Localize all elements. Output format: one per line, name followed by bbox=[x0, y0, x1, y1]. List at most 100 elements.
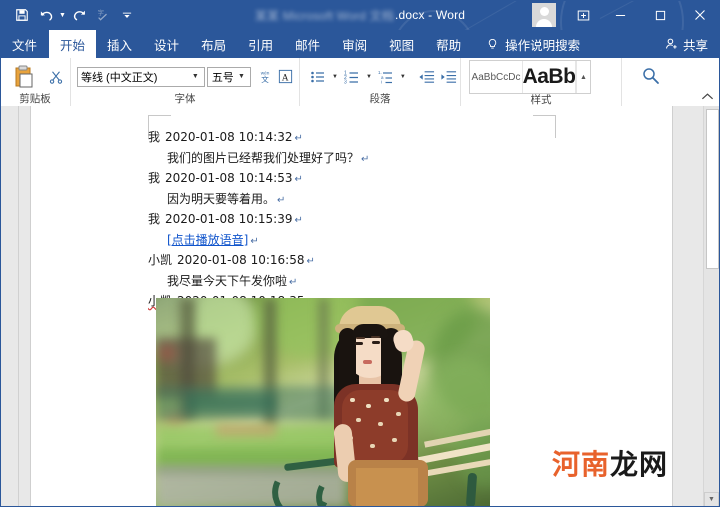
undo-dropdown-caret[interactable]: ▼ bbox=[58, 4, 67, 26]
tab-review[interactable]: 审阅 bbox=[331, 30, 378, 58]
document-page[interactable]: 我 2020-01-08 10:14:32 ↵ 我们的图片已经帮我们处理好了吗？ ↵ … bbox=[31, 106, 672, 507]
close-icon[interactable] bbox=[680, 0, 720, 30]
tab-design[interactable]: 设计 bbox=[143, 30, 190, 58]
ribbon-group-editing bbox=[622, 58, 680, 106]
paragraph-group-label: 段落 bbox=[369, 93, 391, 105]
message-sender: 我 bbox=[148, 212, 161, 226]
message-timestamp: 2020-01-08 10:15:39 bbox=[165, 212, 293, 226]
pilcrow-mark: ↵ bbox=[306, 256, 315, 267]
numbering-icon[interactable]: 123 bbox=[342, 67, 362, 87]
message-text: 我们的图片已经帮我们处理好了吗？ bbox=[167, 150, 360, 165]
save-icon[interactable] bbox=[10, 3, 34, 27]
character-border-icon[interactable]: A bbox=[276, 67, 295, 87]
pilcrow-mark: ↵ bbox=[289, 276, 298, 288]
customize-qat-icon[interactable] bbox=[115, 3, 139, 27]
message-timestamp: 2020-01-08 10:14:53 bbox=[165, 171, 293, 185]
tab-view[interactable]: 视图 bbox=[378, 30, 425, 58]
styles-gallery: AaBbCcDc AaBb ▲ bbox=[469, 60, 591, 94]
spelling-check-icon[interactable]: 字 bbox=[91, 3, 115, 27]
font-name-caret-icon[interactable]: ▼ bbox=[189, 73, 202, 80]
font-name-value: 等线 (中文正文) bbox=[81, 71, 158, 84]
styles-scroll-buttons: ▲ bbox=[576, 61, 590, 93]
increase-indent-icon[interactable] bbox=[438, 67, 459, 87]
scroll-down-icon[interactable]: ▼ bbox=[704, 492, 719, 507]
ribbon-tab-strip: 文件 开始 插入 设计 布局 引用 邮件 审阅 视图 帮助 操作说明搜索 共享 bbox=[0, 30, 720, 58]
svg-text:i: i bbox=[381, 79, 382, 84]
pilcrow-mark: ↵ bbox=[277, 194, 286, 206]
tell-me-search[interactable]: 操作说明搜索 bbox=[472, 30, 588, 58]
ribbon-group-clipboard: 剪贴板 bbox=[0, 58, 71, 106]
title-bar: ▼ 字 某某 Microsoft Word 文档 .docx - Word bbox=[0, 0, 720, 30]
message-timestamp: 2020-01-08 10:14:32 bbox=[165, 130, 293, 144]
style-item-heading1[interactable]: AaBb bbox=[523, 61, 576, 93]
phonetic-guide-icon[interactable]: wén 文 bbox=[255, 67, 274, 87]
svg-text:字: 字 bbox=[98, 9, 104, 17]
style-normal-preview: AaBbCcDc bbox=[471, 71, 521, 83]
decrease-indent-icon[interactable] bbox=[416, 67, 437, 87]
window-title-blurred: 某某 Microsoft Word 文档 bbox=[254, 8, 394, 23]
play-voice-link[interactable]: [点击播放语音] bbox=[167, 233, 248, 247]
quick-access-toolbar: ▼ 字 bbox=[10, 0, 139, 30]
collapse-ribbon-icon[interactable] bbox=[695, 58, 720, 106]
tab-home[interactable]: 开始 bbox=[49, 30, 97, 58]
tab-mailings[interactable]: 邮件 bbox=[284, 30, 331, 58]
ribbon-display-options-icon[interactable] bbox=[566, 0, 600, 30]
font-size-value: 五号 bbox=[211, 71, 234, 84]
redo-icon[interactable] bbox=[67, 3, 91, 27]
tab-file[interactable]: 文件 bbox=[0, 30, 49, 58]
message-body: 我们的图片已经帮我们处理好了吗？ ↵ bbox=[148, 149, 558, 170]
multilevel-list-caret-icon[interactable]: ▼ bbox=[397, 74, 409, 80]
cut-icon[interactable] bbox=[47, 69, 64, 84]
pilcrow-mark: ↵ bbox=[250, 235, 259, 247]
message-body: [点击播放语音] ↵ bbox=[148, 231, 558, 252]
window-controls bbox=[532, 0, 720, 30]
share-label: 共享 bbox=[682, 38, 708, 53]
tab-insert[interactable]: 插入 bbox=[96, 30, 143, 58]
word-application-window: ▼ 字 某某 Microsoft Word 文档 .docx - Word 文件… bbox=[0, 0, 720, 507]
minimize-icon[interactable] bbox=[600, 0, 640, 30]
message-sender: 我 bbox=[148, 171, 161, 185]
svg-text:3: 3 bbox=[344, 79, 347, 85]
style-heading1-preview: AaBb bbox=[523, 65, 576, 88]
undo-icon[interactable] bbox=[34, 3, 58, 27]
tab-references[interactable]: 引用 bbox=[237, 30, 284, 58]
editing-group-label bbox=[622, 93, 680, 106]
bullets-icon[interactable] bbox=[308, 67, 328, 87]
multilevel-list-icon[interactable]: 1. a i bbox=[376, 67, 396, 87]
svg-text:A: A bbox=[282, 73, 289, 83]
avatar[interactable] bbox=[532, 3, 556, 27]
share-button[interactable]: 共享 bbox=[659, 30, 720, 58]
scrollbar-thumb[interactable] bbox=[706, 109, 719, 269]
pilcrow-mark: ↵ bbox=[294, 174, 303, 185]
ribbon-group-paragraph: ▼ 123 ▼ 1. a i ▼ 段落 bbox=[300, 58, 461, 106]
message-sender: 小凯 bbox=[148, 253, 173, 267]
font-size-combobox[interactable]: 五号 ▼ bbox=[206, 66, 251, 87]
pilcrow-mark: ↵ bbox=[294, 133, 303, 144]
tab-help[interactable]: 帮助 bbox=[425, 30, 472, 58]
ribbon-group-styles: AaBbCcDc AaBb ▲ 样式 bbox=[461, 58, 622, 106]
vertical-scrollbar[interactable]: ▼ bbox=[703, 106, 719, 507]
styles-scroll-up-icon[interactable]: ▲ bbox=[580, 61, 587, 93]
message-sender: 我 bbox=[148, 130, 161, 144]
ribbon-home-panel: 剪贴板 等线 (中文正文) ▼ 五号 ▼ wén 文 A 字体 ▼ 1 2 3 … bbox=[0, 58, 720, 107]
font-size-caret-icon[interactable]: ▼ bbox=[235, 73, 248, 80]
embedded-image[interactable] bbox=[156, 298, 490, 507]
paste-button[interactable] bbox=[6, 65, 42, 89]
bullets-caret-icon[interactable]: ▼ bbox=[329, 74, 341, 80]
pilcrow-mark: ↵ bbox=[294, 215, 303, 226]
font-name-combobox[interactable]: 等线 (中文正文) ▼ bbox=[77, 66, 205, 87]
tab-layout[interactable]: 布局 bbox=[190, 30, 237, 58]
maximize-icon[interactable] bbox=[640, 0, 680, 30]
photo-woman-on-bench bbox=[156, 298, 490, 507]
message-text: 因为明天要等着用。 bbox=[167, 191, 276, 206]
clipboard-group-label: 剪贴板 bbox=[19, 93, 51, 105]
vertical-ruler bbox=[0, 106, 19, 507]
clipboard-small-buttons bbox=[45, 69, 64, 84]
pilcrow-mark: ↵ bbox=[361, 153, 370, 165]
font-group-label: 字体 bbox=[174, 93, 196, 105]
find-search-icon[interactable] bbox=[638, 63, 664, 89]
tell-me-label: 操作说明搜索 bbox=[505, 38, 581, 53]
style-item-normal[interactable]: AaBbCcDc bbox=[470, 61, 523, 93]
numbering-caret-icon[interactable]: ▼ bbox=[363, 74, 375, 80]
window-title-visible: .docx - Word bbox=[394, 8, 466, 22]
